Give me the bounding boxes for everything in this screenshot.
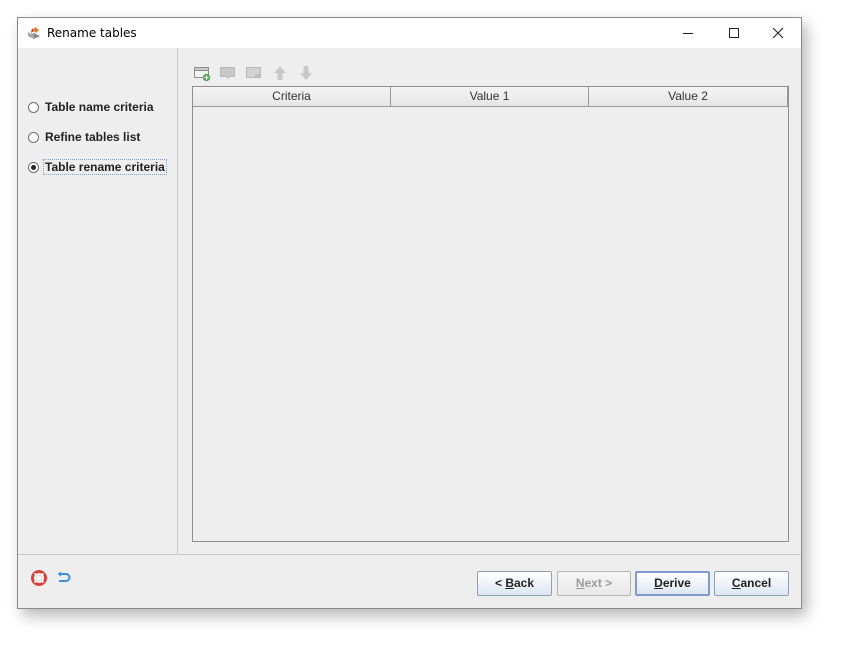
footer-divider <box>18 554 801 555</box>
criteria-grid[interactable]: Criteria Value 1 Value 2 <box>192 86 789 542</box>
step-label: Refine tables list <box>45 130 141 144</box>
step-label: Table rename criteria <box>43 159 167 175</box>
steps-panel: Table name criteria Refine tables list T… <box>18 48 177 554</box>
window-title: Rename tables <box>47 26 137 40</box>
minimize-button[interactable] <box>665 18 711 48</box>
rename-tables-dialog: Rename tables Table name criteria Refine… <box>17 17 802 609</box>
step-radio[interactable] <box>28 131 39 143</box>
step-label: Table name criteria <box>45 100 154 114</box>
move-down-icon[interactable] <box>297 64 315 82</box>
step-table-rename-criteria[interactable]: Table rename criteria <box>28 158 167 176</box>
step-radio[interactable] <box>28 101 39 113</box>
edit-row-icon[interactable] <box>219 64 237 82</box>
back-label-rest: ack <box>513 576 535 590</box>
derive-mnemonic: D <box>654 576 663 590</box>
cancel-label-rest: ancel <box>740 576 772 590</box>
derive-label-rest: erive <box>662 576 691 590</box>
add-row-icon[interactable] <box>193 64 211 82</box>
help-icon[interactable] <box>31 570 47 586</box>
grid-header: Criteria Value 1 Value 2 <box>193 87 788 107</box>
back-prefix: < <box>494 576 506 590</box>
delete-row-icon[interactable] <box>245 64 263 82</box>
panel-divider <box>177 48 178 554</box>
reset-icon[interactable] <box>56 570 72 586</box>
close-button[interactable] <box>755 18 801 48</box>
column-header-value-2[interactable]: Value 2 <box>589 87 788 107</box>
back-mnemonic: B <box>505 576 514 590</box>
maximize-icon <box>729 28 739 38</box>
back-button[interactable]: < Back <box>477 571 552 596</box>
column-header-criteria[interactable]: Criteria <box>193 87 391 107</box>
maximize-button[interactable] <box>711 18 757 48</box>
step-refine-tables-list[interactable]: Refine tables list <box>28 128 140 146</box>
minimize-icon <box>683 33 693 34</box>
close-icon <box>772 27 784 39</box>
step-table-name-criteria[interactable]: Table name criteria <box>28 98 154 116</box>
next-button[interactable]: Next > <box>557 571 631 596</box>
next-label-rest: ext > <box>584 576 613 590</box>
move-up-icon[interactable] <box>271 64 289 82</box>
derive-button[interactable]: Derive <box>635 571 710 596</box>
title-bar[interactable]: Rename tables <box>18 18 801 48</box>
step-radio-selected[interactable] <box>28 161 39 173</box>
app-icon <box>28 27 40 39</box>
column-header-value-1[interactable]: Value 1 <box>391 87 589 107</box>
cancel-button[interactable]: Cancel <box>714 571 789 596</box>
